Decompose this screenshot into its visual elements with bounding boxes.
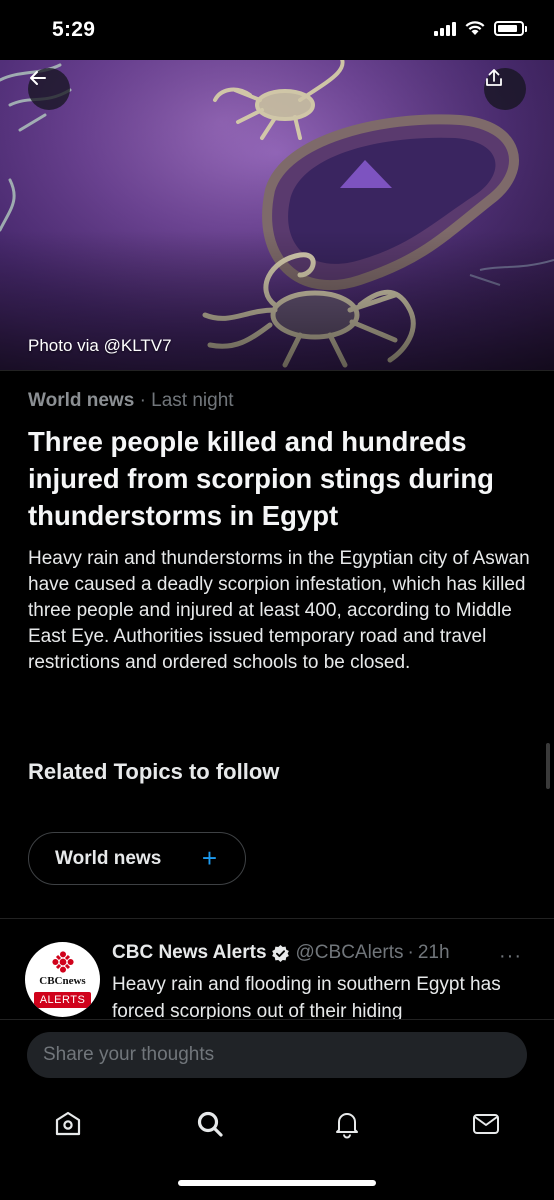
plus-icon: + (201, 843, 217, 873)
tweet-text: Heavy rain and flooding in southern Egyp… (112, 974, 501, 1019)
bottom-nav (0, 1100, 554, 1146)
back-arrow-icon (30, 71, 46, 85)
scrollbar[interactable] (546, 743, 550, 789)
nav-home[interactable] (48, 1104, 88, 1144)
article-hero-image[interactable]: Photo via @KLTV7 (0, 60, 554, 370)
article-meta: World news · Last night (28, 390, 234, 412)
nav-search[interactable] (190, 1104, 230, 1144)
article-category[interactable]: World news (28, 390, 134, 411)
photo-credit: Photo via @KLTV7 (28, 336, 172, 355)
nav-notifications[interactable] (327, 1104, 367, 1144)
tweet-author-name[interactable]: CBC News Alerts (112, 942, 267, 964)
avatar[interactable]: CBCnews ALERTS (25, 942, 100, 1017)
cellular-signal-icon (434, 20, 456, 36)
cbc-gem-icon (52, 951, 74, 973)
scorpion-photo (0, 60, 554, 370)
home-icon (55, 1111, 81, 1136)
article-body: World news · Last night Three people kil… (0, 370, 554, 1019)
battery-icon (494, 20, 527, 36)
tweet[interactable]: CBCnews ALERTS CBC News Alerts @CBCAlert… (0, 919, 554, 1019)
verified-badge-icon (271, 944, 290, 963)
mail-icon (473, 1114, 499, 1134)
topic-follow-button-world-news[interactable]: World news + (28, 832, 246, 885)
article-time: Last night (151, 390, 234, 411)
tweet-header: CBC News Alerts @CBCAlerts · 21h (112, 942, 450, 964)
share-button[interactable] (484, 68, 526, 110)
wifi-icon (465, 21, 485, 35)
article-summary: Heavy rain and thunderstorms in the Egyp… (28, 548, 530, 673)
reply-input[interactable] (27, 1032, 527, 1078)
nav-messages[interactable] (466, 1104, 506, 1144)
article-headline: Three people killed and hundreds injured… (28, 426, 494, 531)
tweet-time: 21h (417, 942, 450, 963)
back-button[interactable] (28, 68, 70, 110)
avatar-badge: ALERTS (34, 992, 91, 1008)
more-options-icon[interactable]: ··· (499, 945, 522, 968)
status-time: 5:29 (52, 18, 96, 41)
topic-label: World news (55, 847, 162, 869)
tweet-separator: · (407, 942, 414, 963)
avatar-wordmark: CBCnews (39, 975, 86, 987)
bell-icon (336, 1113, 358, 1139)
search-icon (197, 1111, 223, 1137)
tweet-handle[interactable]: @CBCAlerts (296, 942, 404, 964)
share-icon (486, 69, 502, 86)
status-bar: 5:29 (0, 0, 554, 60)
related-topics-title: Related Topics to follow (28, 759, 280, 784)
meta-separator: · (139, 390, 146, 411)
home-indicator[interactable] (178, 1180, 376, 1186)
status-icons (434, 20, 527, 36)
